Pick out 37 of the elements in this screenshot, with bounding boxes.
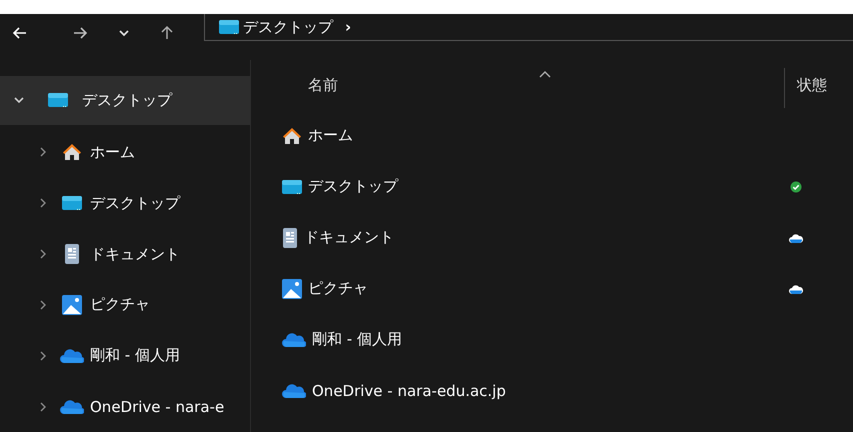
nav-item[interactable]: ドキュメント (0, 228, 250, 280)
file-name[interactable]: 剛和 - 個人用 (312, 330, 402, 349)
sort-caret-icon (539, 70, 551, 78)
column-header[interactable]: 名前 (308, 76, 338, 94)
monitor-icon (219, 19, 239, 35)
file-name[interactable]: ドキュメント (304, 228, 394, 247)
nav-item[interactable]: 剛和 - 個人用 (0, 330, 250, 382)
chevron-right-icon[interactable] (38, 249, 48, 259)
file-name[interactable]: デスクトップ (308, 177, 398, 196)
nav-item[interactable]: デスクトップ (0, 76, 250, 125)
nav-item-label: ドキュメント (90, 244, 180, 264)
chevron-right-icon[interactable] (38, 198, 48, 208)
back-arrow-icon[interactable] (12, 25, 28, 41)
nav-item[interactable]: ピクチャ (0, 279, 250, 330)
file-name[interactable]: OneDrive - nara-edu.ac.jp (312, 382, 506, 400)
forward-arrow-icon[interactable] (72, 25, 88, 41)
breadcrumb[interactable]: デスクトップ (243, 18, 333, 36)
nav-item-label: OneDrive - nara-e (90, 398, 224, 416)
chevron-down-icon[interactable] (14, 95, 24, 106)
chevron-right-icon[interactable] (38, 402, 48, 412)
nav-item-label: デスクトップ (90, 194, 180, 213)
file-name[interactable]: ホーム (308, 126, 353, 145)
chevron-right-icon[interactable]: › (345, 18, 352, 36)
nav-item-label: 剛和 - 個人用 (90, 346, 180, 366)
up-arrow-icon[interactable] (159, 25, 175, 41)
address-bar[interactable]: デスクトップ › (204, 14, 853, 41)
column-header[interactable]: 状態 (797, 76, 833, 94)
nav-item-label: デスクトップ (82, 90, 172, 110)
chevron-right-icon[interactable] (38, 300, 48, 310)
chevron-right-icon[interactable] (38, 350, 48, 361)
nav-item-label: ホーム (90, 142, 135, 162)
chevron-right-icon[interactable] (38, 147, 48, 158)
nav-item[interactable]: デスクトップ (0, 178, 250, 229)
nav-item-label: ピクチャ (90, 295, 150, 314)
nav-item[interactable]: OneDrive - nara-e (0, 381, 250, 432)
nav-item[interactable]: ホーム (0, 126, 250, 178)
file-name[interactable]: ピクチャ (308, 279, 368, 298)
